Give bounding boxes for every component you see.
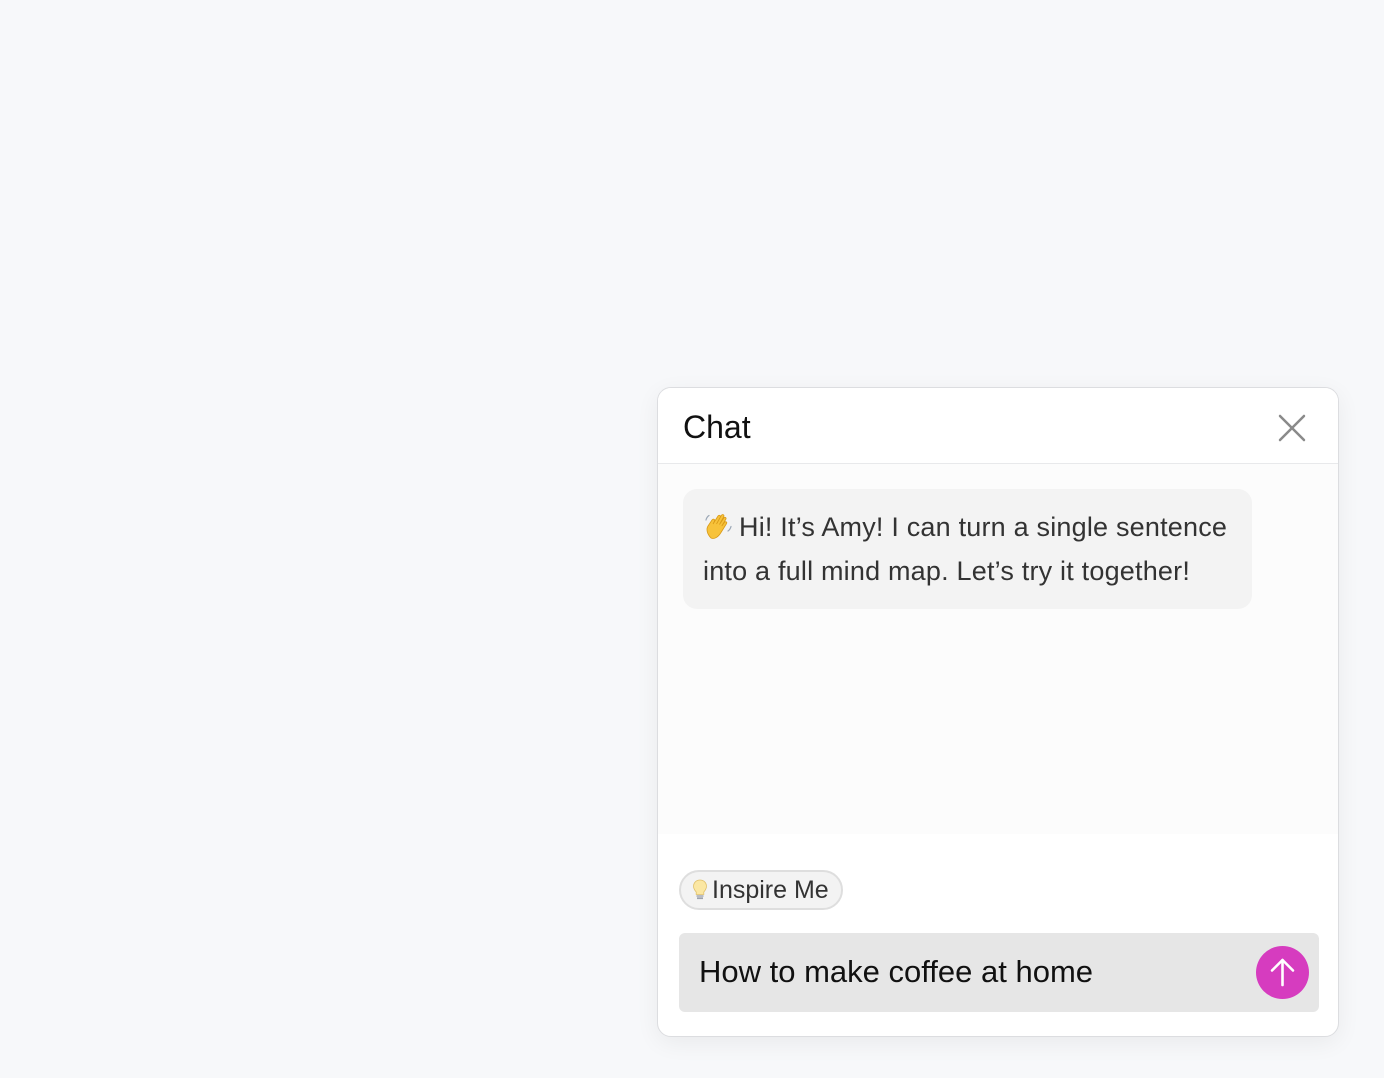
- send-button[interactable]: [1256, 946, 1309, 999]
- chat-header: Chat: [658, 388, 1338, 464]
- inspire-me-button[interactable]: Inspire Me: [679, 870, 843, 910]
- chat-panel: Chat Hi! It’s Amy! I can turn a single s…: [657, 387, 1339, 1037]
- page: Chat Hi! It’s Amy! I can turn a single s…: [0, 0, 1384, 1078]
- close-button[interactable]: [1272, 408, 1312, 448]
- message-input[interactable]: [699, 951, 1239, 993]
- close-icon: [1278, 414, 1306, 442]
- inspire-me-label: Inspire Me: [712, 875, 829, 904]
- arrow-up-icon: [1270, 958, 1295, 987]
- message-input-bar: [679, 933, 1319, 1012]
- assistant-message: Hi! It’s Amy! I can turn a single senten…: [683, 489, 1252, 609]
- assistant-message-text: Hi! It’s Amy! I can turn a single senten…: [703, 512, 1228, 586]
- message-list: Hi! It’s Amy! I can turn a single senten…: [658, 464, 1338, 834]
- lightbulb-icon: [693, 879, 707, 900]
- waving-hand-icon: [705, 514, 732, 539]
- chat-title: Chat: [683, 409, 751, 445]
